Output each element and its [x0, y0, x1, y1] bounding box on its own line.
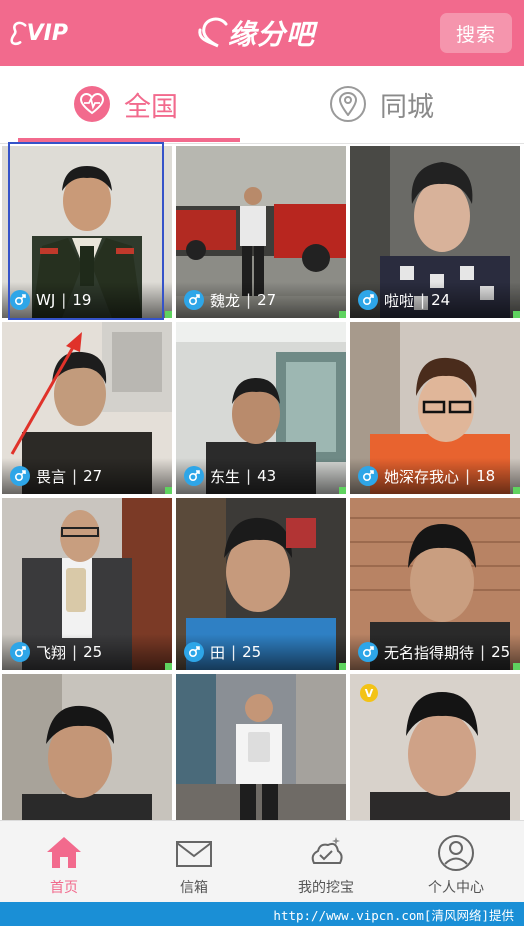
region-tabs: 全国 同城 [0, 66, 524, 144]
nav-mailbox-label: 信箱 [180, 880, 208, 896]
user-card[interactable]: WJ | 19 [2, 146, 172, 318]
online-indicator [339, 663, 346, 670]
male-icon [184, 466, 204, 486]
user-label: 畏言 | 27 [2, 458, 172, 494]
user-age: 27 [257, 291, 277, 309]
user-card[interactable]: 东生 | 43 [176, 322, 346, 494]
user-card[interactable]: V [350, 674, 520, 820]
user-age: 24 [431, 291, 451, 309]
nav-mailbox[interactable]: 信箱 [154, 821, 234, 903]
top-bar: VIP 缘分吧 搜索 [0, 0, 524, 66]
app-screen: VIP 缘分吧 搜索 全国 同城 WJ | 19 魏龙 | 27 啦啦 | 24… [0, 0, 524, 926]
online-indicator [339, 311, 346, 318]
nav-profile-label: 个人中心 [428, 880, 484, 896]
tab-nationwide[interactable]: 全国 [74, 66, 178, 142]
user-photo [2, 674, 172, 820]
user-age: 27 [83, 467, 103, 485]
vip-badge-icon: V [360, 684, 378, 702]
search-button[interactable]: 搜索 [440, 13, 512, 53]
tab-same-city-label: 同城 [380, 91, 434, 123]
user-card[interactable]: 她深存我心 | 18 [350, 322, 520, 494]
user-age: 19 [72, 291, 92, 309]
user-name: 东生 [210, 467, 241, 486]
nav-profile[interactable]: 个人中心 [414, 821, 498, 903]
user-label: 啦啦 | 24 [350, 282, 520, 318]
user-grid: WJ | 19 魏龙 | 27 啦啦 | 24 畏言 | 27 东生 | 43 … [0, 144, 524, 820]
user-label: 无名指得期待 | 25 [350, 634, 520, 670]
user-label: WJ | 19 [2, 282, 172, 318]
online-indicator [513, 663, 520, 670]
male-icon [358, 466, 378, 486]
user-label: 她深存我心 | 18 [350, 458, 520, 494]
user-card[interactable] [2, 674, 172, 820]
male-icon [358, 290, 378, 310]
user-age: 25 [491, 643, 511, 661]
heart-pulse-icon [74, 86, 110, 122]
online-indicator [339, 487, 346, 494]
app-logo: 缘分吧 [196, 10, 330, 56]
logo-text: 缘分吧 [228, 18, 316, 51]
male-icon [10, 642, 30, 662]
active-tab-indicator [18, 138, 240, 142]
user-name: 飞翔 [36, 643, 67, 662]
bottom-nav: 首页 信箱 我的挖宝 个人中心 [0, 820, 524, 902]
user-age: 25 [83, 643, 103, 661]
nav-home[interactable]: 首页 [24, 821, 104, 903]
user-name: 魏龙 [210, 291, 241, 310]
user-label: 东生 | 43 [176, 458, 346, 494]
location-pin-icon [330, 86, 366, 122]
user-name: 啦啦 [384, 291, 415, 310]
user-name: WJ [36, 291, 56, 309]
male-icon [358, 642, 378, 662]
user-name: 田 [210, 643, 226, 662]
user-label: 田 | 25 [176, 634, 346, 670]
user-label: 魏龙 | 27 [176, 282, 346, 318]
online-indicator [165, 311, 172, 318]
user-card[interactable]: 魏龙 | 27 [176, 146, 346, 318]
vip-button[interactable]: VIP [10, 16, 68, 50]
user-name: 无名指得期待 [384, 643, 475, 662]
user-age: 18 [476, 467, 496, 485]
user-card[interactable]: 无名指得期待 | 25 [350, 498, 520, 670]
user-card[interactable]: 啦啦 | 24 [350, 146, 520, 318]
tab-same-city[interactable]: 同城 [330, 66, 434, 142]
user-label: 飞翔 | 25 [2, 634, 172, 670]
home-icon [47, 837, 81, 868]
male-icon [10, 466, 30, 486]
user-age: 43 [257, 467, 277, 485]
user-card[interactable] [176, 674, 346, 820]
nav-treasure-label: 我的挖宝 [298, 880, 354, 896]
male-icon [184, 642, 204, 662]
online-indicator [513, 311, 520, 318]
mail-icon [176, 841, 212, 867]
user-age: 25 [242, 643, 262, 661]
male-icon [10, 290, 30, 310]
online-indicator [165, 487, 172, 494]
person-icon [438, 835, 474, 871]
watermark-text: http://www.vipcn.com[清风网络]提供 [0, 902, 524, 926]
user-card[interactable]: 田 | 25 [176, 498, 346, 670]
user-card[interactable]: 飞翔 | 25 [2, 498, 172, 670]
treasure-icon [311, 837, 343, 864]
user-name: 畏言 [36, 467, 67, 486]
online-indicator [513, 487, 520, 494]
user-photo [176, 674, 346, 820]
male-icon [184, 290, 204, 310]
user-card[interactable]: 畏言 | 27 [2, 322, 172, 494]
vip-label: VIP [26, 20, 68, 46]
user-name: 她深存我心 [384, 467, 460, 486]
nav-home-label: 首页 [50, 880, 78, 896]
nav-treasure[interactable]: 我的挖宝 [284, 821, 368, 903]
online-indicator [165, 663, 172, 670]
tab-nationwide-label: 全国 [124, 91, 178, 123]
